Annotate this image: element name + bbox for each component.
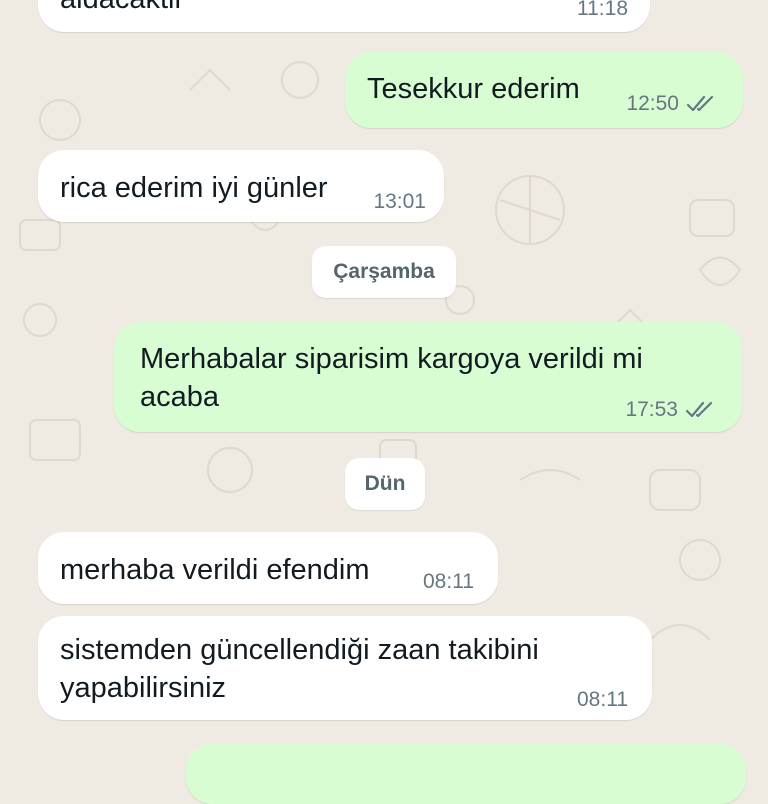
incoming-message[interactable]: sistemden güncellendiği zaan takibini ya… [38,616,652,720]
message-time: 17:53 [625,398,678,421]
message-text-line: Merhabalar siparisim kargoya verildi mi [140,343,643,375]
outgoing-message[interactable]: Tesekkur ederim 12:50 [345,52,743,128]
message-meta: 08:11 [423,570,474,594]
message-time: 08:11 [423,570,474,593]
chat-message-list[interactable]: aldacaktir 11:18 Tesekkur ederim 12:50 r… [0,0,768,804]
date-divider-label: Dün [364,472,406,495]
date-divider: Çarşamba [312,246,456,298]
date-divider-label: Çarşamba [333,260,435,283]
message-text: aldacaktir [60,0,184,18]
message-time: 13:01 [373,190,426,213]
read-double-check-icon [685,94,719,114]
outgoing-message[interactable]: Merhabalar siparisim kargoya verildi mi … [114,322,742,432]
message-meta: 11:18 [577,0,628,21]
message-text: rica ederim iyi günler [60,172,328,204]
message-text-line: sistemden güncellendiği zaan takibini [60,634,539,666]
message-text-line: yapabilirsiniz [60,672,227,704]
message-time: 11:18 [577,0,628,20]
message-meta: 17:53 [625,398,718,422]
message-text: Tesekkur ederim [367,73,580,105]
date-divider: Dün [345,458,425,510]
incoming-message[interactable]: rica ederim iyi günler 13:01 [38,150,444,222]
incoming-message[interactable]: merhaba verildi efendim 08:11 [38,532,498,604]
incoming-message[interactable]: aldacaktir 11:18 [38,0,650,32]
message-time: 08:11 [577,688,628,711]
message-meta: 12:50 [626,92,719,116]
message-text-line: acaba [140,381,220,413]
read-double-check-icon [684,400,718,420]
message-text: merhaba verildi efendim [60,554,370,586]
message-time: 12:50 [626,92,679,115]
message-meta: 08:11 [577,688,628,712]
message-meta: 13:01 [373,190,426,214]
outgoing-message[interactable] [186,744,746,804]
